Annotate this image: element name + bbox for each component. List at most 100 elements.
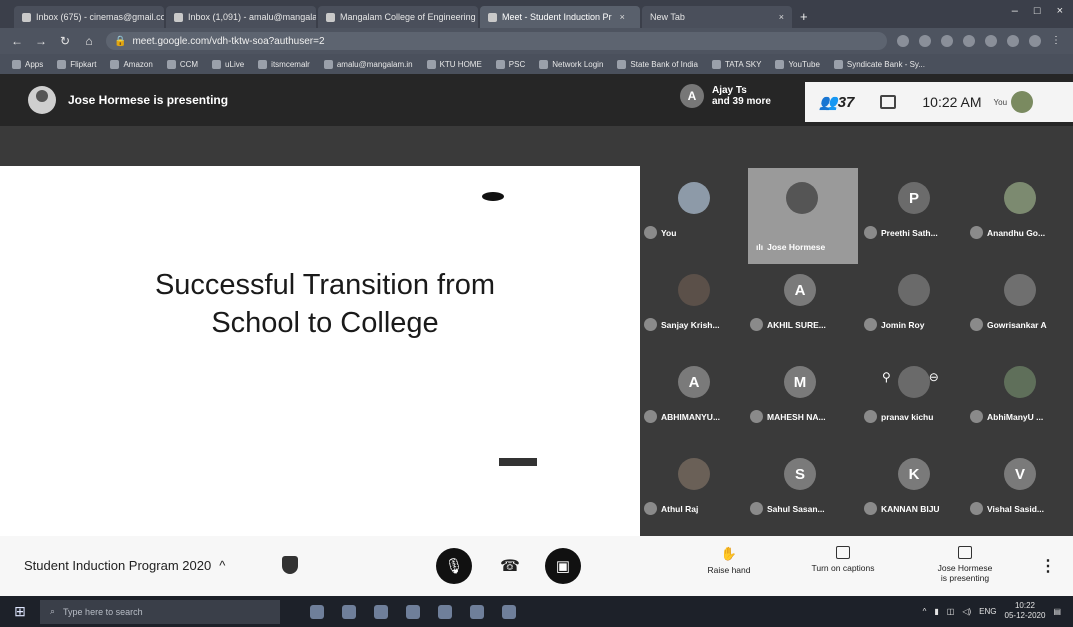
extension-icon[interactable]: [919, 35, 931, 47]
close-icon[interactable]: ×: [620, 12, 625, 22]
participant-tile[interactable]: Gowrisankar A: [968, 262, 1072, 356]
participant-name: ılı Jose Hormese: [756, 242, 825, 252]
maximize-icon[interactable]: □: [1034, 5, 1041, 17]
browser-tab-active[interactable]: Meet - Student Induction Pr ×: [480, 6, 640, 28]
edge-icon[interactable]: [342, 604, 356, 619]
browser-tab[interactable]: Mangalam College of Engineering×: [318, 6, 478, 28]
participant-tile[interactable]: Anandhu Go...: [968, 170, 1072, 264]
tray-chevron-icon[interactable]: ^: [923, 607, 927, 616]
bookmark-label: TATA SKY: [725, 59, 762, 69]
forward-icon[interactable]: →: [34, 34, 48, 48]
browser-tab[interactable]: Inbox (1,091) - amalu@mangalam×: [166, 6, 316, 28]
notifications-icon[interactable]: ▤: [1053, 607, 1061, 616]
pin-icon[interactable]: ⚲: [882, 370, 891, 384]
meeting-details-button[interactable]: Student Induction Program 2020 ^: [24, 558, 225, 573]
participant-tile[interactable]: You: [642, 170, 746, 264]
close-window-icon[interactable]: ×: [1057, 5, 1063, 17]
close-icon[interactable]: ×: [779, 12, 784, 22]
bookmark-item[interactable]: TATA SKY: [712, 59, 762, 69]
battery-icon[interactable]: ▮: [934, 607, 938, 616]
bookmark-label: Amazon: [123, 59, 153, 69]
system-clock[interactable]: 10:22 05-12-2020: [1005, 601, 1046, 621]
participant-tile[interactable]: AbhiManyU ...: [968, 354, 1072, 448]
app-icon[interactable]: [438, 604, 452, 619]
file-explorer-icon[interactable]: [374, 604, 388, 619]
participant-tile[interactable]: M MAHESH NA...: [748, 354, 852, 448]
extension-icon[interactable]: [941, 35, 953, 47]
presenting-button[interactable]: Jose Hormese is presenting: [910, 546, 1020, 583]
home-icon[interactable]: ⌂: [82, 34, 96, 48]
language-indicator[interactable]: ENG: [979, 607, 996, 616]
reload-icon[interactable]: ↻: [58, 34, 72, 48]
network-icon[interactable]: ◫: [947, 607, 955, 616]
store-icon[interactable]: [406, 604, 420, 619]
mic-off-icon: [864, 502, 877, 515]
bookmark-item[interactable]: Apps: [12, 59, 44, 69]
browser-tab[interactable]: New Tab ×: [642, 6, 792, 28]
address-bar[interactable]: 🔒 meet.google.com/vdh-tktw-soa?authuser=…: [106, 32, 887, 50]
participant-name-text: Anandhu Go...: [987, 227, 1046, 238]
participant-tile[interactable]: K KANNAN BIJU: [862, 446, 966, 540]
windows-start-icon[interactable]: ⊞: [0, 596, 40, 627]
participant-tile[interactable]: P Preethi Sath...: [862, 170, 966, 264]
bookmark-item[interactable]: Amazon: [110, 59, 153, 69]
participants-chip[interactable]: A Ajay Ts and 39 more: [680, 84, 771, 108]
bookmark-item[interactable]: amalu@mangalam.in: [323, 59, 413, 69]
participant-name: AKHIL SURE...: [750, 318, 826, 331]
college-icon: [326, 12, 335, 22]
bookmark-item[interactable]: uLive: [212, 59, 244, 69]
mic-toggle-button[interactable]: 🎙: [436, 548, 472, 584]
participant-tile[interactable]: A ABHIMANYU...: [642, 354, 746, 448]
avatar: A: [784, 274, 816, 306]
chat-icon[interactable]: [880, 95, 897, 109]
menu-icon[interactable]: ⋮: [1051, 35, 1063, 47]
participant-count[interactable]: 👥37: [819, 93, 854, 111]
bookmark-item[interactable]: Flipkart: [57, 59, 96, 69]
raise-hand-button[interactable]: ✋ Raise hand: [674, 546, 784, 575]
participant-tile-hover[interactable]: ⚲ ⊖ pranav kichu: [862, 354, 966, 448]
participant-tile[interactable]: S Sahul Sasan...: [748, 446, 852, 540]
participant-tile[interactable]: V Vishal Sasid...: [968, 446, 1072, 540]
remove-icon[interactable]: ⊖: [929, 370, 939, 384]
app-icon[interactable]: [502, 604, 516, 619]
extension-icon[interactable]: [985, 35, 997, 47]
meeting-title: Student Induction Program 2020: [24, 558, 212, 573]
bookmark-item[interactable]: CCM: [166, 59, 198, 69]
mic-off-icon: [970, 318, 983, 331]
bookmark-icon: [57, 59, 67, 69]
stop-sharing-button[interactable]: [499, 458, 537, 466]
participant-tile[interactable]: A AKHIL SURE...: [748, 262, 852, 356]
taskbar-search[interactable]: ⌕ Type here to search: [40, 599, 280, 624]
hang-up-button[interactable]: ☎: [500, 556, 520, 576]
extension-icon[interactable]: [897, 35, 909, 47]
extension-icon[interactable]: [963, 35, 975, 47]
task-view-icon[interactable]: [310, 604, 324, 619]
minimize-icon[interactable]: –: [1012, 5, 1018, 17]
bookmark-label: amalu@mangalam.in: [336, 59, 413, 69]
bookmark-item[interactable]: Network Login: [539, 59, 603, 69]
captions-button[interactable]: Turn on captions: [788, 546, 898, 573]
camera-toggle-button[interactable]: ▣: [545, 548, 581, 584]
volume-icon[interactable]: ◁): [962, 607, 971, 616]
profile-icon[interactable]: [1029, 35, 1041, 47]
bookmark-item[interactable]: YouTube: [775, 59, 820, 69]
participant-tile-video[interactable]: ılı Jose Hormese: [748, 168, 858, 264]
bookmark-label: KTU HOME: [439, 59, 482, 69]
bookmark-item[interactable]: Syndicate Bank - Sy...: [833, 59, 925, 69]
bookmark-item[interactable]: itsmcemalr: [258, 59, 310, 69]
shield-icon[interactable]: [282, 556, 298, 574]
bookmark-item[interactable]: KTU HOME: [426, 59, 482, 69]
browser-tab[interactable]: Inbox (675) - cinemas@gmail.com×: [14, 6, 164, 28]
extension-icon[interactable]: [1007, 35, 1019, 47]
back-icon[interactable]: ←: [10, 34, 24, 48]
participant-tile[interactable]: Sanjay Krish...: [642, 262, 746, 356]
bookmark-item[interactable]: State Bank of India: [617, 59, 698, 69]
bookmark-item[interactable]: PSC: [495, 59, 525, 69]
new-tab-plus-icon[interactable]: +: [794, 9, 816, 28]
you-label: You: [993, 97, 1008, 107]
participant-tile[interactable]: Athul Raj: [642, 446, 746, 540]
more-options-icon[interactable]: ⋮: [1040, 556, 1056, 576]
chrome-icon[interactable]: [470, 604, 484, 619]
participant-tile[interactable]: Jomin Roy: [862, 262, 966, 356]
bookmark-label: Apps: [25, 59, 44, 69]
